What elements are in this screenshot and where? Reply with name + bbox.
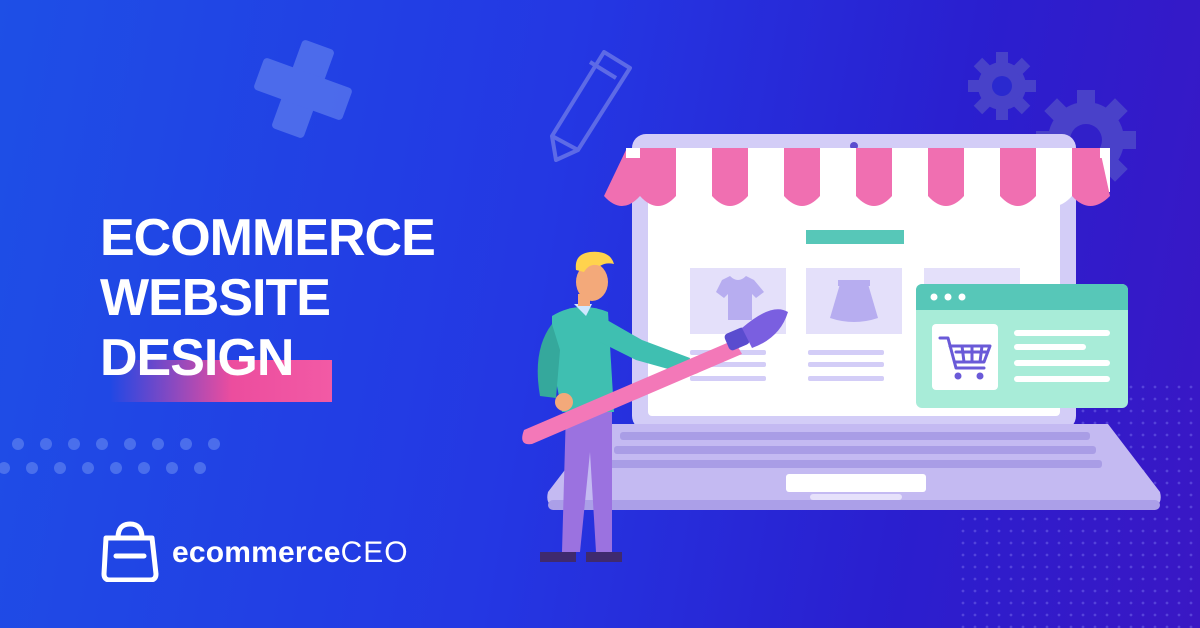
brand-name-bold: ecommerce [172, 536, 341, 569]
shopping-bag-logo-icon [101, 521, 159, 582]
brand-name-light: CEO [340, 536, 409, 569]
promo-banner: ECOMMERCE WEBSITE DESIGN ecommerceCEO [0, 0, 1200, 628]
laptop-storefront-illustration [522, 134, 1161, 562]
brand-wordmark: ecommerceCEO [172, 536, 409, 570]
